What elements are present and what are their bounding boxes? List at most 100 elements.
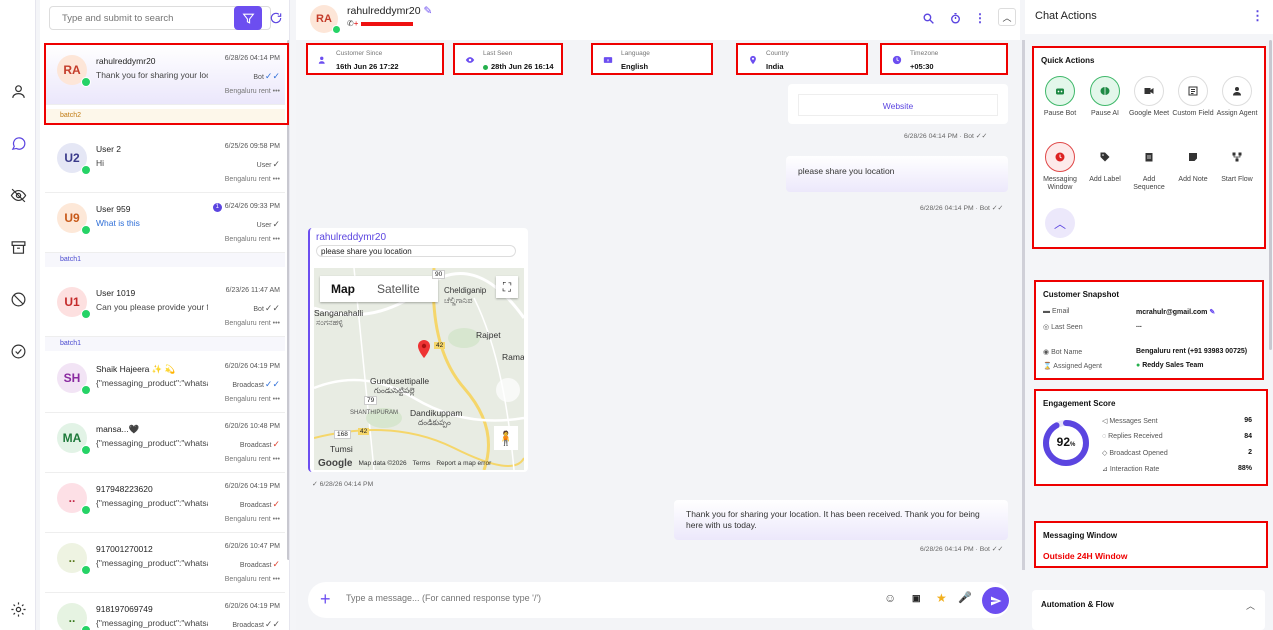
satellite-tab[interactable]: Satellite bbox=[366, 276, 431, 302]
user-icon[interactable] bbox=[9, 82, 27, 100]
refresh-button[interactable] bbox=[266, 8, 286, 28]
chat-preview: {"messaging_product":"whatsapp bbox=[96, 378, 208, 388]
map-pan-control[interactable] bbox=[496, 378, 520, 402]
chat-row-3[interactable]: U1 User 1019 Can you please provide your… bbox=[45, 277, 285, 337]
search-icon[interactable] bbox=[920, 10, 936, 26]
action-label: Add Label bbox=[1089, 176, 1121, 183]
report-link[interactable]: Report a map error bbox=[436, 460, 491, 467]
more-icon[interactable]: ••• bbox=[273, 176, 280, 183]
website-button[interactable]: Website bbox=[798, 94, 998, 116]
map-view[interactable]: Map Satellite ⛶ Cheldiganip ಚೆಲ್ಡಿಗಾನಿಪ … bbox=[314, 268, 524, 470]
card-title: Automation & Flow bbox=[1041, 600, 1114, 609]
chat-row-4[interactable]: SH Shaik Hajeera ✨ 💫 {"messaging_product… bbox=[45, 353, 285, 413]
chat-time: 6/25/26 09:58 PM bbox=[224, 143, 280, 150]
kebab-icon[interactable]: ⋮ bbox=[972, 10, 988, 26]
pause-ai-action[interactable]: Pause AI bbox=[1083, 76, 1127, 118]
more-icon[interactable]: ••• bbox=[273, 236, 280, 243]
terms-link[interactable]: Terms bbox=[413, 460, 431, 467]
google-meet-action[interactable]: Google Meet bbox=[1127, 76, 1171, 118]
hourglass-icon: ⌛ bbox=[1043, 363, 1052, 370]
chat-location-label: Bengaluru rent bbox=[224, 516, 271, 523]
left-rail bbox=[0, 0, 36, 630]
more-icon[interactable]: ••• bbox=[273, 396, 280, 403]
check-circle-icon[interactable] bbox=[9, 342, 27, 360]
custom-field-action[interactable]: Custom Field bbox=[1171, 76, 1215, 118]
tag-icon bbox=[1090, 142, 1120, 172]
chat-row-2[interactable]: U9 User 959 What is this 1 6/24/26 09:33 … bbox=[45, 193, 285, 253]
mail-icon: ▬ bbox=[1043, 308, 1050, 315]
brain-icon bbox=[1090, 76, 1120, 106]
location-pin-icon bbox=[750, 55, 756, 65]
list-scrollbar[interactable] bbox=[287, 40, 289, 560]
snapshot-row: ◉ Bot Name bbox=[1043, 348, 1082, 356]
more-icon[interactable]: ••• bbox=[273, 320, 280, 327]
bot-icon: ◉ bbox=[1043, 349, 1050, 356]
assign-agent-action[interactable]: Assign Agent bbox=[1215, 76, 1259, 118]
agent-dot-icon: ● bbox=[1136, 362, 1141, 369]
chat-tag-label: Bot bbox=[253, 306, 264, 313]
archive-icon[interactable] bbox=[9, 238, 27, 256]
chat-location-label: Bengaluru rent bbox=[224, 396, 271, 403]
chat-tag: User✓ bbox=[257, 159, 280, 170]
snapshot-row: ▬ Email bbox=[1043, 308, 1069, 315]
messaging-window-action[interactable]: Messaging Window bbox=[1038, 142, 1082, 192]
map-type-toggle: Map Satellite bbox=[320, 276, 438, 302]
automation-flow-card[interactable]: Automation & Flow ︿ bbox=[1032, 590, 1265, 630]
add-note-action[interactable]: Add Note bbox=[1171, 142, 1215, 184]
map-footer: Google Map data ©2026 Terms Report a map… bbox=[314, 456, 524, 470]
chat-location-label: Bengaluru rent bbox=[224, 576, 271, 583]
users-icon bbox=[318, 56, 325, 64]
engagement-label: Interaction Rate bbox=[1109, 466, 1160, 473]
add-sequence-action[interactable]: Add Sequence bbox=[1127, 142, 1171, 192]
more-icon[interactable]: ••• bbox=[273, 88, 280, 95]
chat-name: Shaik Hajeera ✨ 💫 bbox=[96, 364, 176, 374]
chat-icon[interactable] bbox=[9, 134, 27, 152]
chat-row-7[interactable]: .. 917001270012 {"messaging_product":"wh… bbox=[45, 533, 285, 593]
star-icon[interactable]: ★ bbox=[936, 591, 947, 605]
map-tab[interactable]: Map bbox=[320, 276, 366, 302]
emoji-icon[interactable]: ☺ bbox=[884, 591, 896, 605]
search-input[interactable] bbox=[50, 7, 230, 29]
batch-label: batch1 bbox=[45, 253, 285, 267]
microphone-icon[interactable]: 🎤 bbox=[958, 591, 972, 604]
more-icon[interactable]: ••• bbox=[273, 456, 280, 463]
start-flow-action[interactable]: Start Flow bbox=[1215, 142, 1259, 184]
street-view-icon[interactable]: 🧍 bbox=[494, 426, 518, 450]
edit-icon[interactable]: ✎ bbox=[1209, 309, 1215, 316]
filter-button[interactable] bbox=[234, 6, 262, 30]
chevron-up-icon[interactable]: ︿ bbox=[1246, 599, 1255, 612]
chat-row-0[interactable]: RA rahulreddymr20 Thank you for sharing … bbox=[45, 45, 285, 105]
send-button[interactable] bbox=[982, 587, 1009, 614]
sender-name: rahulreddymr20 bbox=[316, 232, 387, 243]
chat-row-5[interactable]: MA mansa...🖤 {"messaging_product":"whats… bbox=[45, 413, 285, 473]
chat-row-6[interactable]: .. 917948223620 {"messaging_product":"wh… bbox=[45, 473, 285, 533]
block-icon[interactable] bbox=[9, 290, 27, 308]
info-value: +05:30 bbox=[910, 62, 934, 71]
settings-icon[interactable] bbox=[9, 600, 27, 618]
more-icon[interactable]: ••• bbox=[273, 576, 280, 583]
chat-preview: Can you please provide your fu bbox=[96, 302, 208, 312]
chat-name: User 1019 bbox=[96, 288, 136, 298]
check-icon: ✓ bbox=[272, 499, 280, 509]
snapshot-label: Last Seen bbox=[1051, 324, 1083, 331]
pause-bot-action[interactable]: Pause Bot bbox=[1038, 76, 1082, 118]
timer-icon[interactable] bbox=[947, 10, 963, 26]
chat-row-8[interactable]: .. 918197069749 {"messaging_product":"wh… bbox=[45, 593, 285, 630]
engagement-value: 84 bbox=[1244, 433, 1252, 440]
template-icon[interactable]: ▣ bbox=[912, 593, 921, 604]
eye-off-icon[interactable] bbox=[9, 186, 27, 204]
customer-snapshot-card: Customer Snapshot ▬ Email mcrahulr@gmail… bbox=[1034, 280, 1264, 380]
fullscreen-icon[interactable]: ⛶ bbox=[496, 276, 518, 298]
collapse-icon[interactable]: ︿ bbox=[998, 8, 1016, 26]
collapse-actions-button[interactable]: ︿ bbox=[1045, 208, 1075, 238]
chat-tag-label: User bbox=[256, 222, 272, 229]
plus-icon[interactable]: + bbox=[320, 589, 331, 610]
kebab-icon[interactable]: ⋮ bbox=[1251, 8, 1264, 24]
panel-scrollbar[interactable] bbox=[1269, 40, 1272, 350]
message-input[interactable] bbox=[346, 593, 806, 603]
more-icon[interactable]: ••• bbox=[273, 516, 280, 523]
info-label: Language bbox=[621, 50, 650, 57]
chat-row-1[interactable]: U2 User 2 Hi 6/25/26 09:58 PM User✓ Beng… bbox=[45, 133, 285, 193]
add-label-action[interactable]: Add Label bbox=[1083, 142, 1127, 184]
edit-icon[interactable]: ✎ bbox=[423, 5, 432, 17]
